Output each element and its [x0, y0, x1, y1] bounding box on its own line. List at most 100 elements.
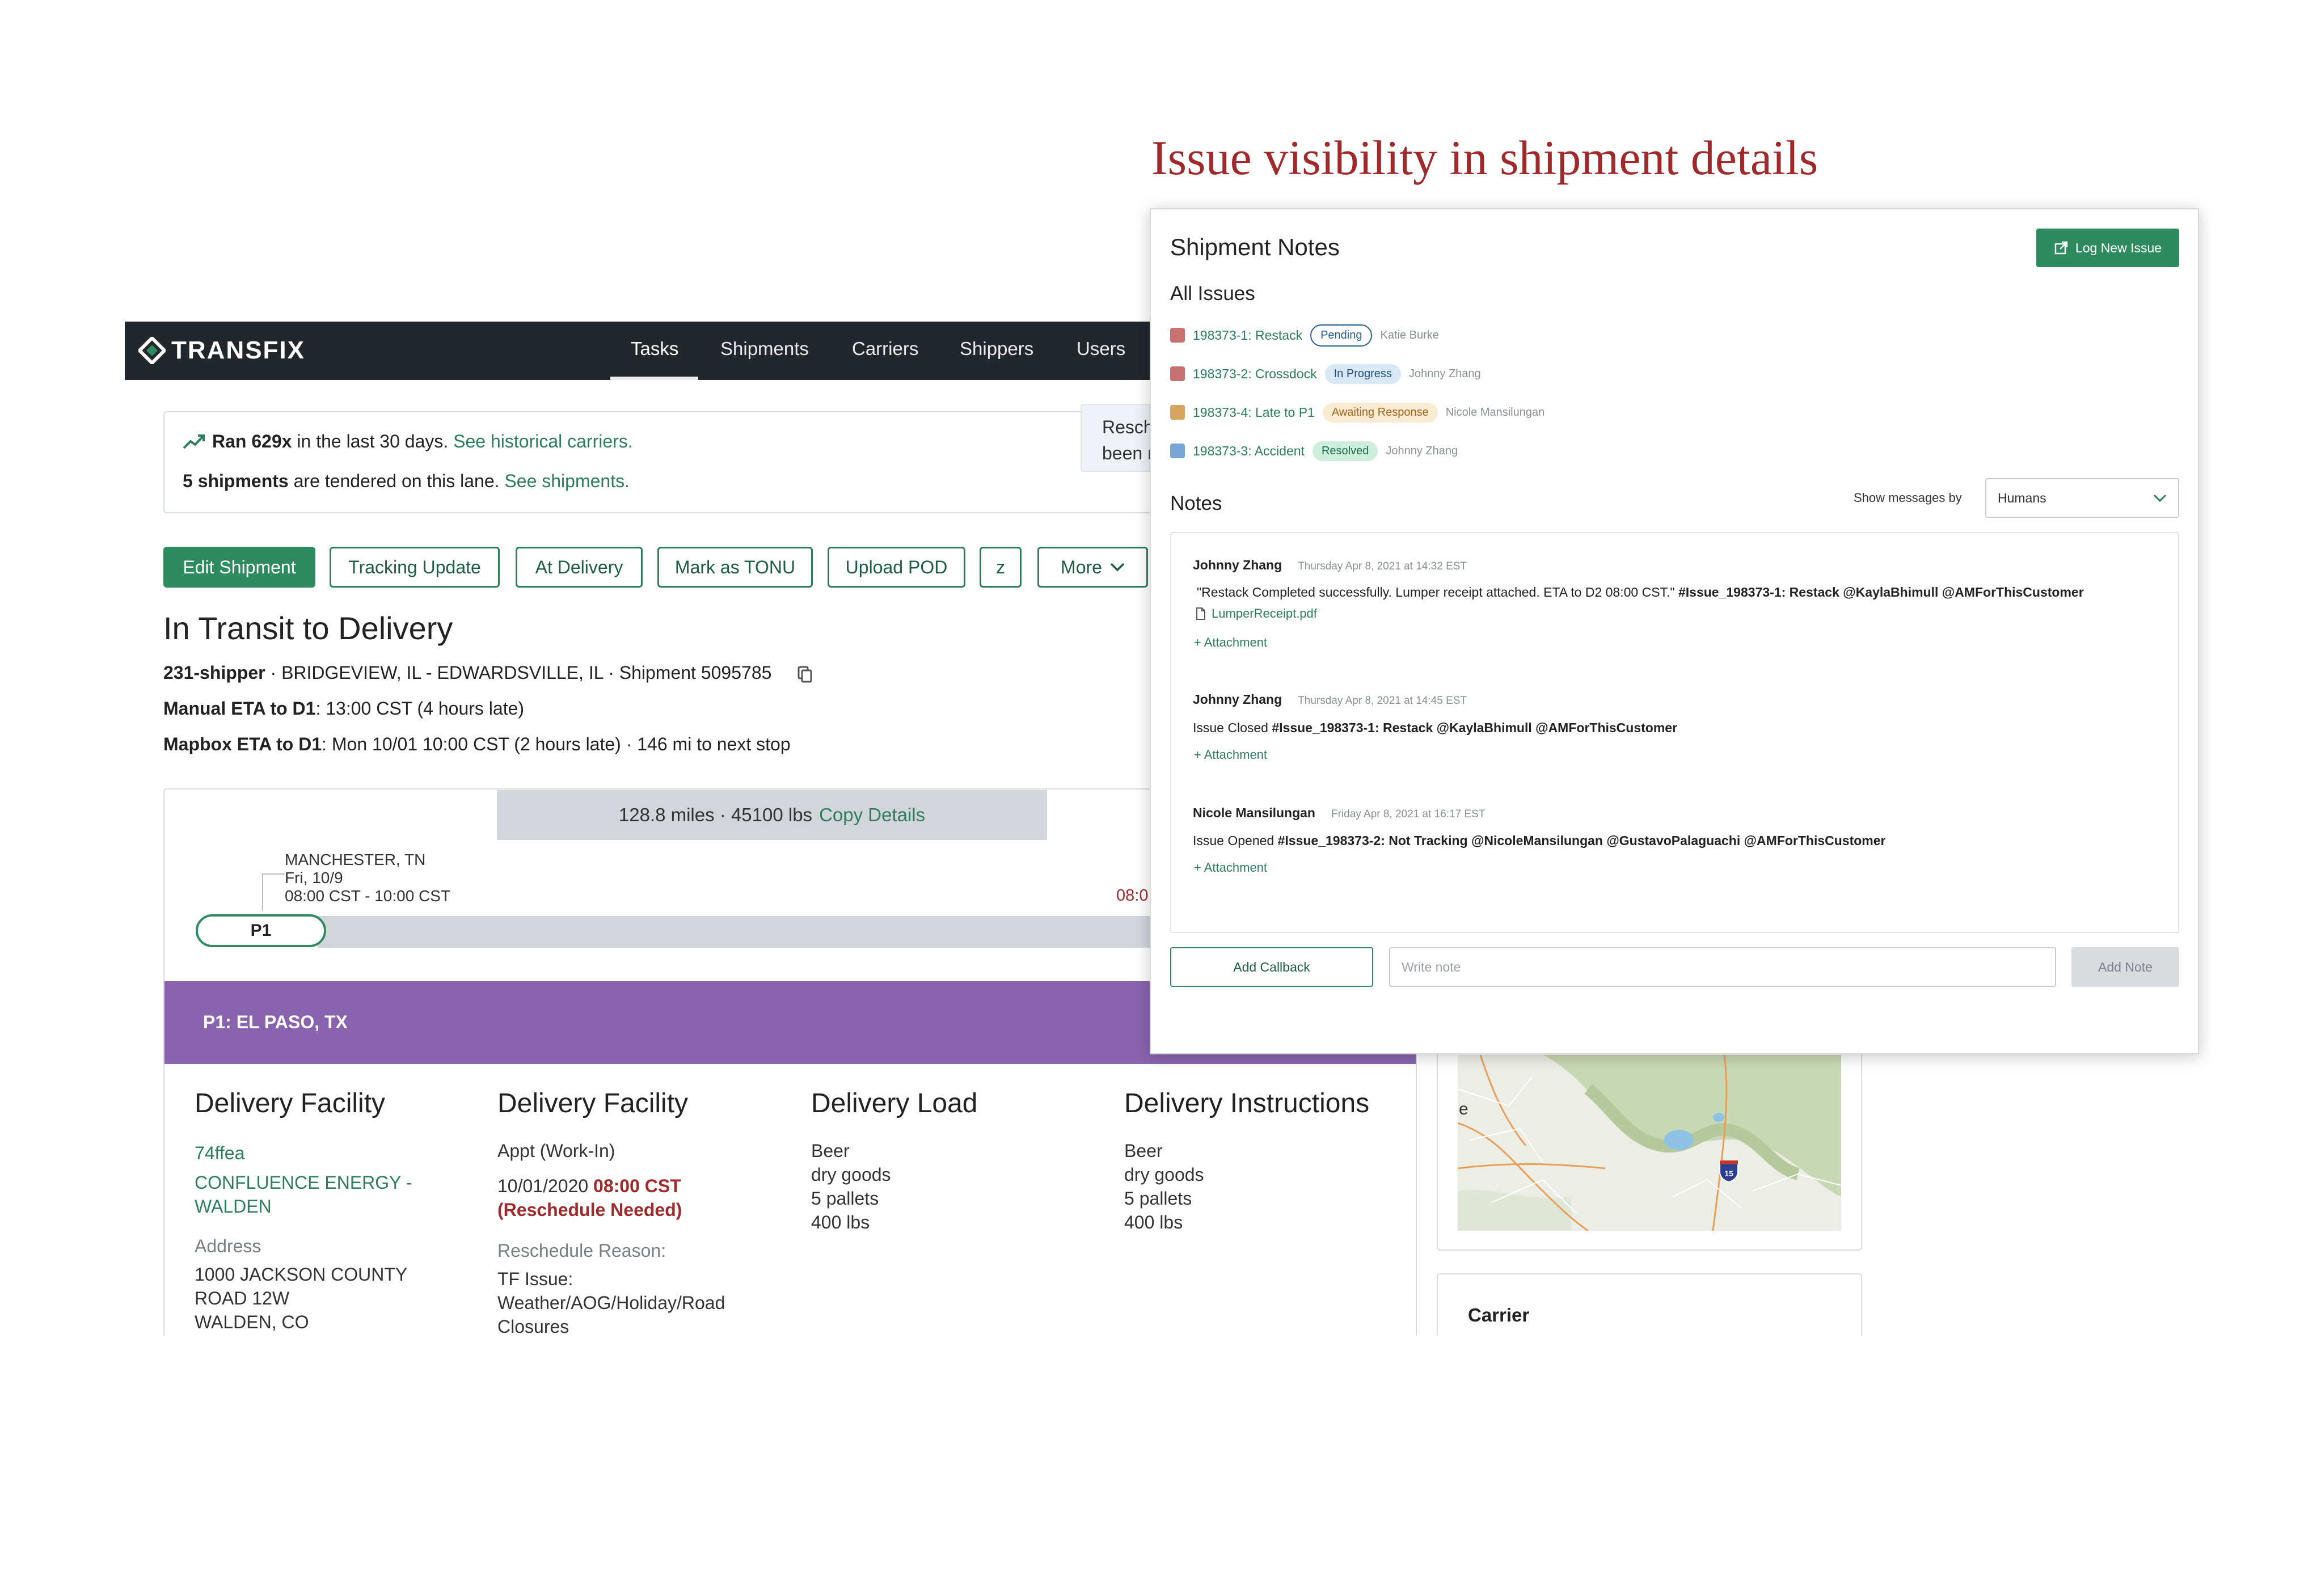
mark-tonu-button[interactable]: Mark as TONU [657, 547, 813, 588]
appointment-time: 08:00 CST [593, 1176, 681, 1196]
see-shipments-link[interactable]: See shipments. [504, 471, 630, 491]
nav-shipments[interactable]: Shipments [720, 338, 809, 360]
issue-name[interactable]: 198373-2: Crossdock [1193, 366, 1317, 382]
facility-name-line1: CONFLUENCE ENERGY - [195, 1172, 412, 1193]
map-edge-label: e [1459, 1100, 1468, 1118]
add-callback-button[interactable]: Add Callback [1170, 947, 1373, 987]
reschedule-reason-line3: Closures [497, 1316, 569, 1337]
issue-status-badge: In Progress [1324, 364, 1401, 384]
tracking-update-button[interactable]: Tracking Update [330, 547, 500, 588]
trend-up-icon [183, 434, 205, 449]
delivery-instructions-list: Beer dry goods 5 pallets 400 lbs [1124, 1139, 1204, 1234]
issue-row[interactable]: 198373-4: Late to P1 Awaiting Response N… [1170, 401, 1544, 424]
note-timestamp: Thursday Apr 8, 2021 at 14:32 EST [1298, 560, 1467, 572]
note-body-tags: #Issue_198373-1: Restack @KaylaBhimull @… [1678, 585, 2084, 599]
edit-shipment-button[interactable]: Edit Shipment [163, 547, 315, 588]
add-attachment-link[interactable]: + Attachment [1194, 860, 1267, 875]
carrier-heading: Carrier [1468, 1304, 1530, 1325]
stop-city: MANCHESTER, TN [285, 851, 426, 868]
lane-history-line: Ran 629x in the last 30 days. See histor… [183, 431, 633, 452]
note-body: Issue Opened #Issue_198373-2: Not Tracki… [1193, 833, 1886, 848]
at-delivery-button[interactable]: At Delivery [516, 547, 643, 588]
ran-text: in the last 30 days. [297, 431, 449, 451]
note-timestamp: Friday Apr 8, 2021 at 16:17 EST [1331, 808, 1486, 820]
add-note-button[interactable]: Add Note [2071, 947, 2179, 987]
reschedule-reason-line1: TF Issue: [497, 1269, 573, 1289]
write-note-input[interactable] [1389, 947, 2056, 987]
add-attachment-link[interactable]: + Attachment [1194, 748, 1267, 762]
issue-assignee: Johnny Zhang [1408, 367, 1481, 380]
copy-details-link[interactable]: Copy Details [819, 804, 925, 826]
chevron-down-icon [1110, 563, 1125, 572]
appointment-type: Appt (Work-In) [497, 1141, 615, 1161]
more-label: More [1061, 556, 1102, 577]
tendered-line: 5 shipments are tendered on this lane. S… [183, 471, 630, 492]
transfix-logo[interactable]: TRANSFIX [138, 333, 305, 368]
note-body-tags: #Issue_198373-2: Not Tracking @NicoleMan… [1277, 833, 1886, 848]
address-line3: WALDEN, CO [195, 1312, 309, 1332]
manual-eta-value: : 13:00 CST (4 hours late) [315, 698, 525, 719]
note-author-row: Johnny Zhang Thursday Apr 8, 2021 at 14:3… [1193, 558, 1467, 573]
historical-carriers-link[interactable]: See historical carriers. [453, 431, 633, 451]
upload-pod-button[interactable]: Upload POD [828, 547, 965, 588]
z-button[interactable]: z [980, 547, 1022, 588]
appointment-details: Appt (Work-In) 10/01/2020 08:00 CST (Res… [497, 1139, 725, 1339]
mapbox-eta-line: Mapbox ETA to D1: Mon 10/01 10:00 CST (2… [163, 734, 791, 755]
load-line: Beer [811, 1141, 850, 1161]
show-messages-select[interactable]: Humans [1985, 478, 2179, 518]
note-body: "Restack Completed successfully. Lumper … [1197, 585, 2084, 600]
stop-connector [262, 873, 285, 911]
stop-eta-late: 08:0 [1116, 886, 1149, 905]
file-icon [1196, 607, 1205, 620]
note-author: Johnny Zhang [1193, 692, 1282, 707]
note-author-row: Johnny Zhang Thursday Apr 8, 2021 at 14:4… [1193, 692, 1467, 707]
load-line: 5 pallets [811, 1188, 879, 1209]
show-messages-value: Humans [1998, 490, 2046, 505]
note-body-text: Issue Closed [1193, 720, 1268, 735]
instruction-line: 5 pallets [1124, 1188, 1192, 1209]
stop-info: MANCHESTER, TN Fri, 10/9 08:00 CST - 10:… [285, 851, 450, 905]
issue-status-badge: Pending [1310, 324, 1373, 347]
nav-users[interactable]: Users [1077, 338, 1125, 360]
route-map[interactable]: e 15 [1458, 1055, 1841, 1231]
issue-status-badge: Awaiting Response [1322, 402, 1438, 423]
issue-color-swatch [1170, 328, 1185, 343]
nav-carriers[interactable]: Carriers [852, 338, 918, 360]
instruction-line: dry goods [1124, 1164, 1204, 1185]
facility-code-link[interactable]: 74ffea [195, 1141, 412, 1165]
nav-shippers[interactable]: Shippers [960, 338, 1033, 360]
note-timestamp: Thursday Apr 8, 2021 at 14:45 EST [1298, 695, 1467, 707]
issue-name[interactable]: 198373-4: Late to P1 [1193, 405, 1315, 420]
more-button[interactable]: More [1037, 547, 1148, 588]
all-issues-heading: All Issues [1170, 282, 1255, 305]
delivery-instructions-heading: Delivery Instructions [1124, 1088, 1370, 1118]
nav-tasks[interactable]: Tasks [631, 338, 678, 360]
add-attachment-link[interactable]: + Attachment [1194, 635, 1267, 650]
manual-eta-label: Manual ETA to D1 [163, 698, 316, 719]
stop-date: Fri, 10/9 [285, 869, 343, 886]
log-new-issue-label: Log New Issue [2075, 240, 2162, 255]
facility-details: 74ffea CONFLUENCE ENERGY - WALDEN Addres… [195, 1141, 412, 1334]
issue-name[interactable]: 198373-3: Accident [1193, 444, 1305, 459]
note-body-text: "Restack Completed successfully. Lumper … [1197, 585, 1675, 599]
interstate-shield-number: 15 [1724, 1169, 1733, 1178]
copy-icon[interactable] [797, 665, 813, 683]
issue-row[interactable]: 198373-1: Restack Pending Katie Burke [1170, 324, 1439, 347]
issue-assignee: Katie Burke [1380, 328, 1439, 341]
chevron-down-icon [2153, 494, 2167, 502]
load-line: 400 lbs [811, 1212, 870, 1232]
shipment-notes-title: Shipment Notes [1170, 234, 1340, 260]
reschedule-reason-label: Reschedule Reason: [497, 1240, 666, 1261]
log-new-issue-button[interactable]: Log New Issue [2036, 229, 2179, 267]
issue-row[interactable]: 198373-2: Crossdock In Progress Johnny Z… [1170, 362, 1481, 385]
issue-name[interactable]: 198373-1: Restack [1193, 328, 1302, 343]
note-body: Issue Closed #Issue_198373-1: Restack @K… [1193, 720, 1677, 736]
issue-row[interactable]: 198373-3: Accident Resolved Johnny Zhang [1170, 440, 1458, 462]
note-file-link[interactable]: LumperReceipt.pdf [1196, 606, 1317, 621]
ran-count: Ran 629x [212, 431, 292, 451]
facility-name-link[interactable]: CONFLUENCE ENERGY - WALDEN [195, 1171, 412, 1218]
issue-status-badge: Resolved [1312, 441, 1378, 461]
route-progress-track [318, 916, 1168, 948]
stop-header-title: P1: EL PASO, TX [203, 1012, 348, 1032]
stop-pill-p1[interactable]: P1 [196, 914, 326, 947]
